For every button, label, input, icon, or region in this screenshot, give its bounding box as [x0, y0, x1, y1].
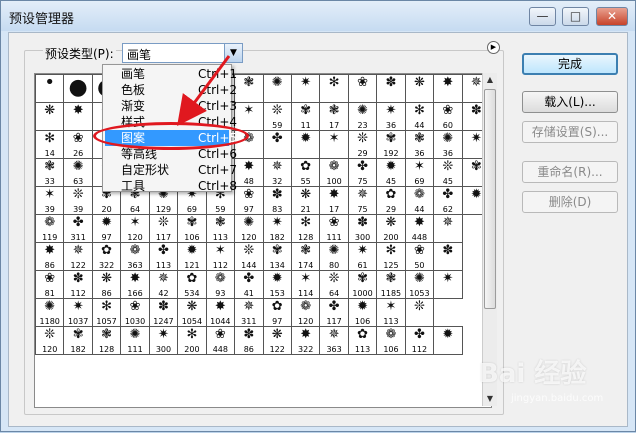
- watermark-logo: Bai 经验: [479, 359, 587, 389]
- preset-manager-window: 预设管理器 — □ ✕ 预设类型(P): 画笔 ▼ ▶ •●●✹✶❊✾❃✺✷✻❀…: [0, 0, 636, 432]
- watermark-url: jingyan.baidu.com: [511, 393, 604, 404]
